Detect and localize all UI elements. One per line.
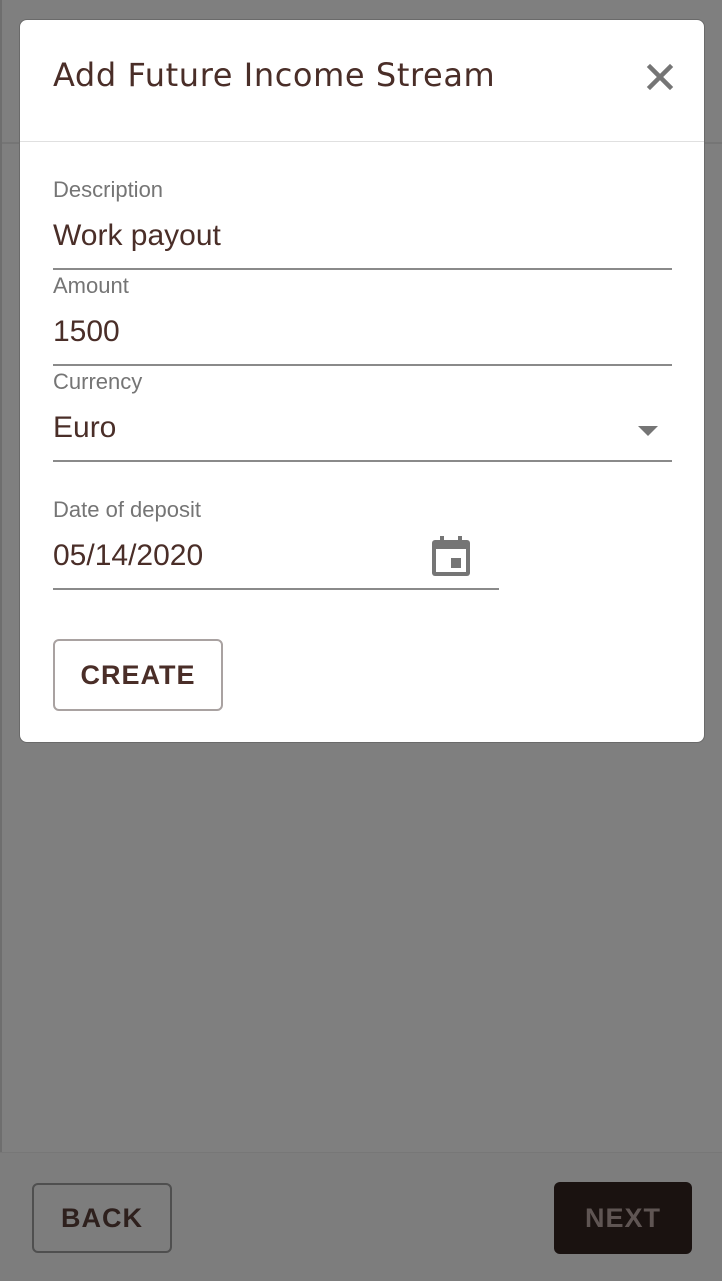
amount-label: Amount bbox=[53, 273, 129, 298]
background-edge bbox=[0, 0, 2, 1280]
currency-select[interactable]: Euro bbox=[53, 411, 116, 445]
create-button[interactable]: CREATE bbox=[53, 639, 223, 711]
currency-underline bbox=[53, 460, 672, 462]
add-income-dialog: Add Future Income Stream Description Wor… bbox=[19, 19, 705, 743]
date-label: Date of deposit bbox=[53, 497, 201, 522]
date-input[interactable]: 05/14/2020 bbox=[53, 539, 203, 573]
close-icon[interactable] bbox=[646, 63, 674, 91]
calendar-icon[interactable] bbox=[432, 536, 470, 576]
next-button[interactable]: NEXT bbox=[554, 1182, 692, 1254]
description-label: Description bbox=[53, 177, 164, 202]
chevron-down-icon[interactable] bbox=[638, 426, 658, 436]
amount-input[interactable]: 1500 bbox=[53, 315, 120, 349]
amount-underline bbox=[53, 364, 672, 366]
currency-label: Currency bbox=[53, 369, 143, 394]
date-underline bbox=[53, 588, 499, 590]
dialog-divider bbox=[20, 141, 704, 142]
description-underline bbox=[53, 268, 672, 270]
back-button[interactable]: BACK bbox=[32, 1183, 172, 1253]
description-input[interactable]: Work payout bbox=[53, 219, 221, 253]
dialog-title: Add Future Income Stream bbox=[53, 56, 496, 94]
